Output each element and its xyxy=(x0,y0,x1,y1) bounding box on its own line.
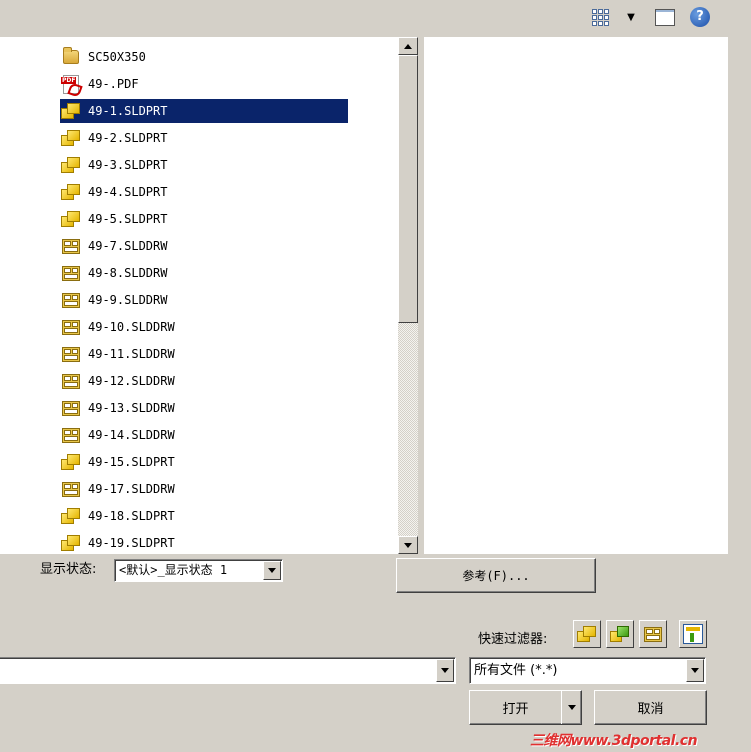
file-name-label: 49-17.SLDDRW xyxy=(88,482,175,496)
filter-assemblies-icon xyxy=(610,625,630,643)
drawing-file-icon xyxy=(60,344,82,364)
filter-parts-button[interactable] xyxy=(573,620,601,648)
file-name-label: 49-13.SLDDRW xyxy=(88,401,175,415)
file-name-dropdown-button[interactable] xyxy=(436,659,454,682)
file-name-label: 49-9.SLDDRW xyxy=(88,293,168,307)
display-state-value: <默认>_显示状态 1 xyxy=(119,563,228,577)
part-file-icon xyxy=(60,533,82,553)
file-name-label: 49-14.SLDDRW xyxy=(88,428,175,442)
arrow-down-icon xyxy=(404,542,412,548)
part-file-icon xyxy=(60,506,82,526)
file-name-label: 49-3.SLDPRT xyxy=(88,158,168,172)
part-file-icon xyxy=(60,101,82,121)
file-list-item[interactable]: 49-19.SLDPRT xyxy=(60,531,177,554)
file-list-item[interactable]: 49-14.SLDDRW xyxy=(60,423,177,447)
drawing-file-icon xyxy=(60,371,82,391)
file-list-item[interactable]: 49-8.SLDDRW xyxy=(60,261,169,285)
part-file-icon xyxy=(60,155,82,175)
drawing-file-icon xyxy=(60,425,82,445)
filter-parts-icon xyxy=(577,625,597,643)
help-icon[interactable]: ? xyxy=(689,6,711,28)
file-type-select[interactable]: 所有文件 (*.*) xyxy=(469,657,706,684)
file-list-item[interactable]: 49-5.SLDPRT xyxy=(60,207,169,231)
references-button[interactable]: 参考(F)... xyxy=(396,558,596,593)
folder-icon xyxy=(60,47,82,67)
file-type-value: 所有文件 (*.*) xyxy=(474,663,558,678)
views-dropdown-chevron-down-icon[interactable]: ▼ xyxy=(624,6,638,28)
open-button[interactable]: 打开 xyxy=(469,690,582,725)
open-button-label[interactable]: 打开 xyxy=(470,691,562,724)
drawing-file-icon xyxy=(60,290,82,310)
file-list-item[interactable]: 49-1.SLDPRT xyxy=(60,99,348,123)
part-file-icon xyxy=(60,452,82,472)
chevron-down-icon xyxy=(268,568,276,573)
filter-top-level-icon xyxy=(683,624,703,644)
scroll-down-button[interactable] xyxy=(398,536,418,554)
part-file-icon xyxy=(60,128,82,148)
file-list-item[interactable]: 49-7.SLDDRW xyxy=(60,234,169,258)
drawing-file-icon xyxy=(60,317,82,337)
drawing-file-icon xyxy=(60,263,82,283)
chevron-down-icon xyxy=(441,668,449,673)
file-list-item[interactable]: 49-11.SLDDRW xyxy=(60,342,177,366)
chevron-down-icon xyxy=(567,705,576,710)
scroll-up-button[interactable] xyxy=(398,37,418,55)
drawing-file-icon xyxy=(60,479,82,499)
dialog-edge xyxy=(735,0,751,752)
file-list-item[interactable]: 49-2.SLDPRT xyxy=(60,126,169,150)
watermark: 三维网www.3dportal.cn xyxy=(530,733,698,749)
file-list-item[interactable]: 49-15.SLDPRT xyxy=(60,450,177,474)
file-name-label: 49-2.SLDPRT xyxy=(88,131,168,145)
file-list-item[interactable]: 49-10.SLDDRW xyxy=(60,315,177,339)
file-list-scrollbar[interactable] xyxy=(398,37,418,554)
display-state-select[interactable]: <默认>_显示状态 1 xyxy=(114,559,283,582)
file-name-input[interactable] xyxy=(0,657,456,684)
file-name-label: 49-18.SLDPRT xyxy=(88,509,175,523)
filter-drawings-button[interactable] xyxy=(639,620,667,648)
file-name-label: 49-4.SLDPRT xyxy=(88,185,168,199)
arrow-up-icon xyxy=(404,43,412,49)
preview-pane-icon[interactable] xyxy=(654,6,676,28)
open-options-dropdown[interactable] xyxy=(561,691,581,724)
preview-panel xyxy=(424,37,728,554)
file-list-item[interactable]: 49-12.SLDDRW xyxy=(60,369,177,393)
file-name-label: 49-.PDF xyxy=(88,77,139,91)
part-file-icon xyxy=(60,182,82,202)
part-file-icon xyxy=(60,209,82,229)
file-name-label: 49-19.SLDPRT xyxy=(88,536,175,550)
file-name-label: 49-11.SLDDRW xyxy=(88,347,175,361)
file-list-item[interactable]: 49-9.SLDDRW xyxy=(60,288,169,312)
drawing-file-icon xyxy=(60,398,82,418)
pdf-file-icon xyxy=(60,74,82,94)
file-list-item[interactable]: 49-18.SLDPRT xyxy=(60,504,177,528)
file-name-label: 49-5.SLDPRT xyxy=(88,212,168,226)
file-list-item[interactable]: 49-.PDF xyxy=(60,72,141,96)
file-list-item[interactable]: 49-3.SLDPRT xyxy=(60,153,169,177)
scroll-thumb[interactable] xyxy=(398,55,418,323)
file-list-item[interactable]: SC50X350 xyxy=(60,45,148,69)
file-name-label: 49-7.SLDDRW xyxy=(88,239,168,253)
views-grid-icon[interactable] xyxy=(590,6,610,28)
quick-filter-label: 快速过滤器: xyxy=(478,632,548,647)
cancel-button[interactable]: 取消 xyxy=(594,690,707,725)
file-name-label: 49-15.SLDPRT xyxy=(88,455,175,469)
file-list[interactable]: SC50X350 49-.PDF 49-1.SLDPRT 49-2.SLDPRT 49-… xyxy=(0,37,398,554)
file-list-item[interactable]: 49-17.SLDDRW xyxy=(60,477,177,501)
chevron-down-icon xyxy=(691,668,699,673)
file-name-label: SC50X350 xyxy=(88,50,146,64)
file-type-dropdown-button[interactable] xyxy=(686,659,704,682)
file-name-label: 49-1.SLDPRT xyxy=(88,104,168,118)
file-name-label: 49-10.SLDDRW xyxy=(88,320,175,334)
file-list-item[interactable]: 49-4.SLDPRT xyxy=(60,180,169,204)
display-state-label: 显示状态: xyxy=(40,562,97,577)
filter-assemblies-button[interactable] xyxy=(606,620,634,648)
file-name-label: 49-8.SLDDRW xyxy=(88,266,168,280)
file-name-label: 49-12.SLDDRW xyxy=(88,374,175,388)
filter-top-level-button[interactable] xyxy=(679,620,707,648)
filter-drawings-icon xyxy=(644,626,662,642)
display-state-dropdown-button[interactable] xyxy=(263,561,281,580)
drawing-file-icon xyxy=(60,236,82,256)
file-list-item[interactable]: 49-13.SLDDRW xyxy=(60,396,177,420)
